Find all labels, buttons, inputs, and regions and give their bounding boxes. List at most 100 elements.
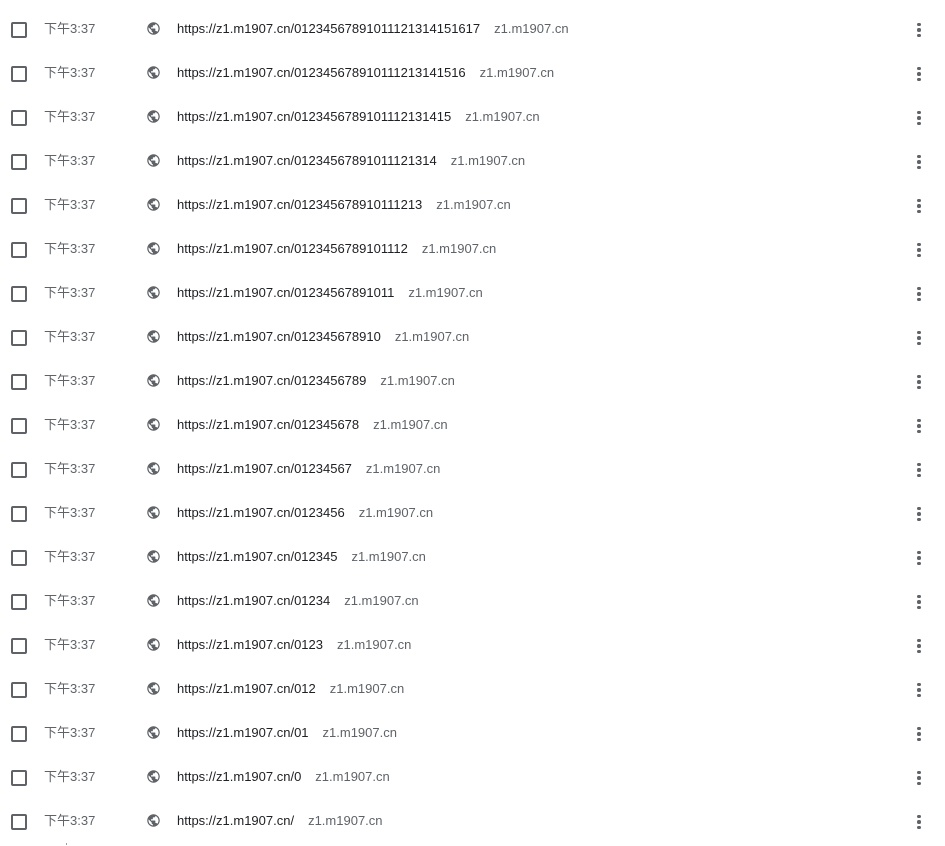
entry-url[interactable]: https://z1.m1907.cn/01234567 bbox=[177, 461, 352, 476]
entry-url[interactable]: https://z1.m1907.cn/0123456 bbox=[177, 505, 345, 520]
history-entry[interactable]: 下午3:37 https://z1.m1907.cn/012345678 z1.m… bbox=[0, 404, 945, 448]
entry-text[interactable]: https://z1.m1907.cn/0123456789101112 z1.m… bbox=[177, 240, 496, 258]
entry-text[interactable]: https://z1.m1907.cn/01234567891011121314… bbox=[177, 152, 525, 170]
history-entry[interactable]: 下午3:37 https://z1.m1907.cn/012345 z1.m190… bbox=[0, 536, 945, 580]
entry-url[interactable]: https://z1.m1907.cn/01 bbox=[177, 725, 309, 740]
select-checkbox[interactable] bbox=[11, 594, 27, 610]
entry-url[interactable]: https://z1.m1907.cn/01234567891011121314… bbox=[177, 21, 480, 36]
entry-text[interactable]: https://z1.m1907.cn/01234567 z1.m1907.cn bbox=[177, 460, 440, 478]
history-entry[interactable]: 下午3:37 https://z1.m1907.cn/0123456 z1.m19… bbox=[0, 492, 945, 536]
entry-text[interactable]: https://z1.m1907.cn/0123 z1.m1907.cn bbox=[177, 636, 411, 654]
more-actions-button[interactable] bbox=[911, 460, 927, 480]
entry-url[interactable]: https://z1.m1907.cn/01234567891011121314 bbox=[177, 153, 437, 168]
more-actions-button[interactable] bbox=[911, 416, 927, 436]
entry-url[interactable]: https://z1.m1907.cn/01234 bbox=[177, 593, 330, 608]
history-entry[interactable]: 下午3:37 https://z1.m1907.cn/0123 z1.m1907.… bbox=[0, 624, 945, 668]
entry-url[interactable]: https://z1.m1907.cn/0123 bbox=[177, 637, 323, 652]
select-checkbox[interactable] bbox=[11, 726, 27, 742]
entry-text[interactable]: https://z1.m1907.cn/01 z1.m1907.cn bbox=[177, 724, 397, 742]
entry-url[interactable]: https://z1.m1907.cn/0123456789 bbox=[177, 373, 366, 388]
select-checkbox[interactable] bbox=[11, 506, 27, 522]
more-actions-button[interactable] bbox=[911, 108, 927, 128]
entry-url[interactable]: https://z1.m1907.cn/012345 bbox=[177, 549, 337, 564]
select-checkbox[interactable] bbox=[11, 462, 27, 478]
entry-url[interactable]: https://z1.m1907.cn/01234567891011121314… bbox=[177, 109, 451, 124]
more-actions-button[interactable] bbox=[911, 372, 927, 392]
entry-text[interactable]: https://z1.m1907.cn/012 z1.m1907.cn bbox=[177, 680, 404, 698]
entry-url[interactable]: https://z1.m1907.cn/0 bbox=[177, 769, 301, 784]
entry-text[interactable]: https://z1.m1907.cn/01234567891011121314… bbox=[177, 64, 554, 82]
history-entry[interactable]: 下午3:37 https://z1.m1907.cn/0123456789101… bbox=[0, 8, 945, 52]
select-checkbox[interactable] bbox=[11, 770, 27, 786]
select-checkbox[interactable] bbox=[11, 550, 27, 566]
entry-text[interactable]: https://z1.m1907.cn/012345678910111213 z1… bbox=[177, 196, 511, 214]
entry-text[interactable]: https://z1.m1907.cn/z1.m1907.cn bbox=[177, 812, 383, 830]
select-checkbox[interactable] bbox=[11, 286, 27, 302]
entry-url[interactable]: https://z1.m1907.cn/012345678910111213 bbox=[177, 197, 422, 212]
entry-url[interactable]: https://z1.m1907.cn/012345678910 bbox=[177, 329, 381, 344]
entry-url[interactable]: https://z1.m1907.cn/01234567891011121314… bbox=[177, 65, 466, 80]
entry-domain: z1.m1907.cn bbox=[450, 153, 526, 168]
visit-time: 下午3:37 bbox=[44, 373, 96, 388]
history-entry[interactable]: 下午3:37 https://z1.m1907.cn/012345678910 z… bbox=[0, 316, 945, 360]
select-checkbox[interactable] bbox=[11, 22, 27, 38]
select-checkbox[interactable] bbox=[11, 374, 27, 390]
more-actions-button[interactable] bbox=[911, 812, 927, 832]
menu-dot bbox=[917, 154, 921, 159]
more-actions-button[interactable] bbox=[911, 152, 927, 172]
history-entry[interactable]: 下午3:37 https://z1.m1907.cn/0123456789101… bbox=[0, 228, 945, 272]
select-checkbox[interactable] bbox=[11, 638, 27, 654]
more-actions-button[interactable] bbox=[911, 504, 927, 524]
select-checkbox[interactable] bbox=[11, 418, 27, 434]
select-checkbox[interactable] bbox=[11, 330, 27, 346]
entry-url[interactable]: https://z1.m1907.cn/ bbox=[177, 813, 294, 828]
more-actions-button[interactable] bbox=[911, 548, 927, 568]
more-actions-button[interactable] bbox=[911, 20, 927, 40]
entry-text[interactable]: https://z1.m1907.cn/012345678910 z1.m1907… bbox=[177, 328, 469, 346]
history-entry[interactable]: 下午3:37 https://z1.m1907.cn/0123456789101… bbox=[0, 52, 945, 96]
more-actions-button[interactable] bbox=[911, 328, 927, 348]
history-entry[interactable]: 下午3:37 https://z1.m1907.cn/01234567 z1.m1… bbox=[0, 448, 945, 492]
more-actions-button[interactable] bbox=[911, 768, 927, 788]
select-checkbox[interactable] bbox=[11, 154, 27, 170]
history-entry[interactable]: 下午3:37 https://z1.m1907.cn/0123456789101… bbox=[0, 96, 945, 140]
select-checkbox[interactable] bbox=[11, 66, 27, 82]
history-entry[interactable]: 下午3:37 https://z1.m1907.cn/01234 z1.m1907… bbox=[0, 580, 945, 624]
more-actions-button[interactable] bbox=[911, 196, 927, 216]
history-entry[interactable]: 下午3:37 https://z1.m1907.cn/z1.m1907.cn bbox=[0, 800, 945, 844]
history-entry[interactable]: 下午3:37 https://z1.m1907.cn/012 z1.m1907.c… bbox=[0, 668, 945, 712]
select-checkbox[interactable] bbox=[11, 682, 27, 698]
select-checkbox[interactable] bbox=[11, 110, 27, 126]
entry-text[interactable]: https://z1.m1907.cn/0123456789 z1.m1907.c… bbox=[177, 372, 455, 390]
entry-text[interactable]: https://z1.m1907.cn/0123456 z1.m1907.cn bbox=[177, 504, 433, 522]
entry-url[interactable]: https://z1.m1907.cn/01234567891011 bbox=[177, 285, 394, 300]
entry-text[interactable]: https://z1.m1907.cn/01234 z1.m1907.cn bbox=[177, 592, 419, 610]
history-entry[interactable]: 下午3:37 https://z1.m1907.cn/0123456789101… bbox=[0, 184, 945, 228]
more-actions-button[interactable] bbox=[911, 724, 927, 744]
entry-text[interactable]: https://z1.m1907.cn/012345678 z1.m1907.cn bbox=[177, 416, 448, 434]
select-checkbox[interactable] bbox=[11, 242, 27, 258]
more-actions-button[interactable] bbox=[911, 680, 927, 700]
more-actions-button[interactable] bbox=[911, 240, 927, 260]
more-actions-button[interactable] bbox=[911, 284, 927, 304]
entry-url[interactable]: https://z1.m1907.cn/012 bbox=[177, 681, 316, 696]
more-actions-button[interactable] bbox=[911, 592, 927, 612]
history-entry[interactable]: 下午3:37 https://z1.m1907.cn/0 z1.m1907.cn bbox=[0, 756, 945, 800]
entry-text[interactable]: https://z1.m1907.cn/012345 z1.m1907.cn bbox=[177, 548, 426, 566]
history-entry[interactable]: 下午3:37 https://z1.m1907.cn/01 z1.m1907.cn bbox=[0, 712, 945, 756]
entry-text[interactable]: https://z1.m1907.cn/01234567891011121314… bbox=[177, 20, 569, 38]
globe-icon bbox=[147, 418, 160, 431]
menu-dot bbox=[917, 253, 921, 258]
more-actions-button[interactable] bbox=[911, 636, 927, 656]
select-checkbox[interactable] bbox=[11, 814, 27, 830]
history-entry[interactable]: 下午3:37 https://z1.m1907.cn/0123456789101… bbox=[0, 272, 945, 316]
select-checkbox[interactable] bbox=[11, 198, 27, 214]
history-entry[interactable]: 下午3:37 https://z1.m1907.cn/0123456789 z1.… bbox=[0, 360, 945, 404]
more-actions-button[interactable] bbox=[911, 64, 927, 84]
entry-text[interactable]: https://z1.m1907.cn/01234567891011121314… bbox=[177, 108, 540, 126]
entry-url[interactable]: https://z1.m1907.cn/012345678 bbox=[177, 417, 359, 432]
entry-text[interactable]: https://z1.m1907.cn/01234567891011 z1.m19… bbox=[177, 284, 483, 302]
entry-text[interactable]: https://z1.m1907.cn/0 z1.m1907.cn bbox=[177, 768, 390, 786]
history-entry[interactable]: 下午3:37 https://z1.m1907.cn/0123456789101… bbox=[0, 140, 945, 184]
entry-url[interactable]: https://z1.m1907.cn/0123456789101112 bbox=[177, 241, 408, 256]
